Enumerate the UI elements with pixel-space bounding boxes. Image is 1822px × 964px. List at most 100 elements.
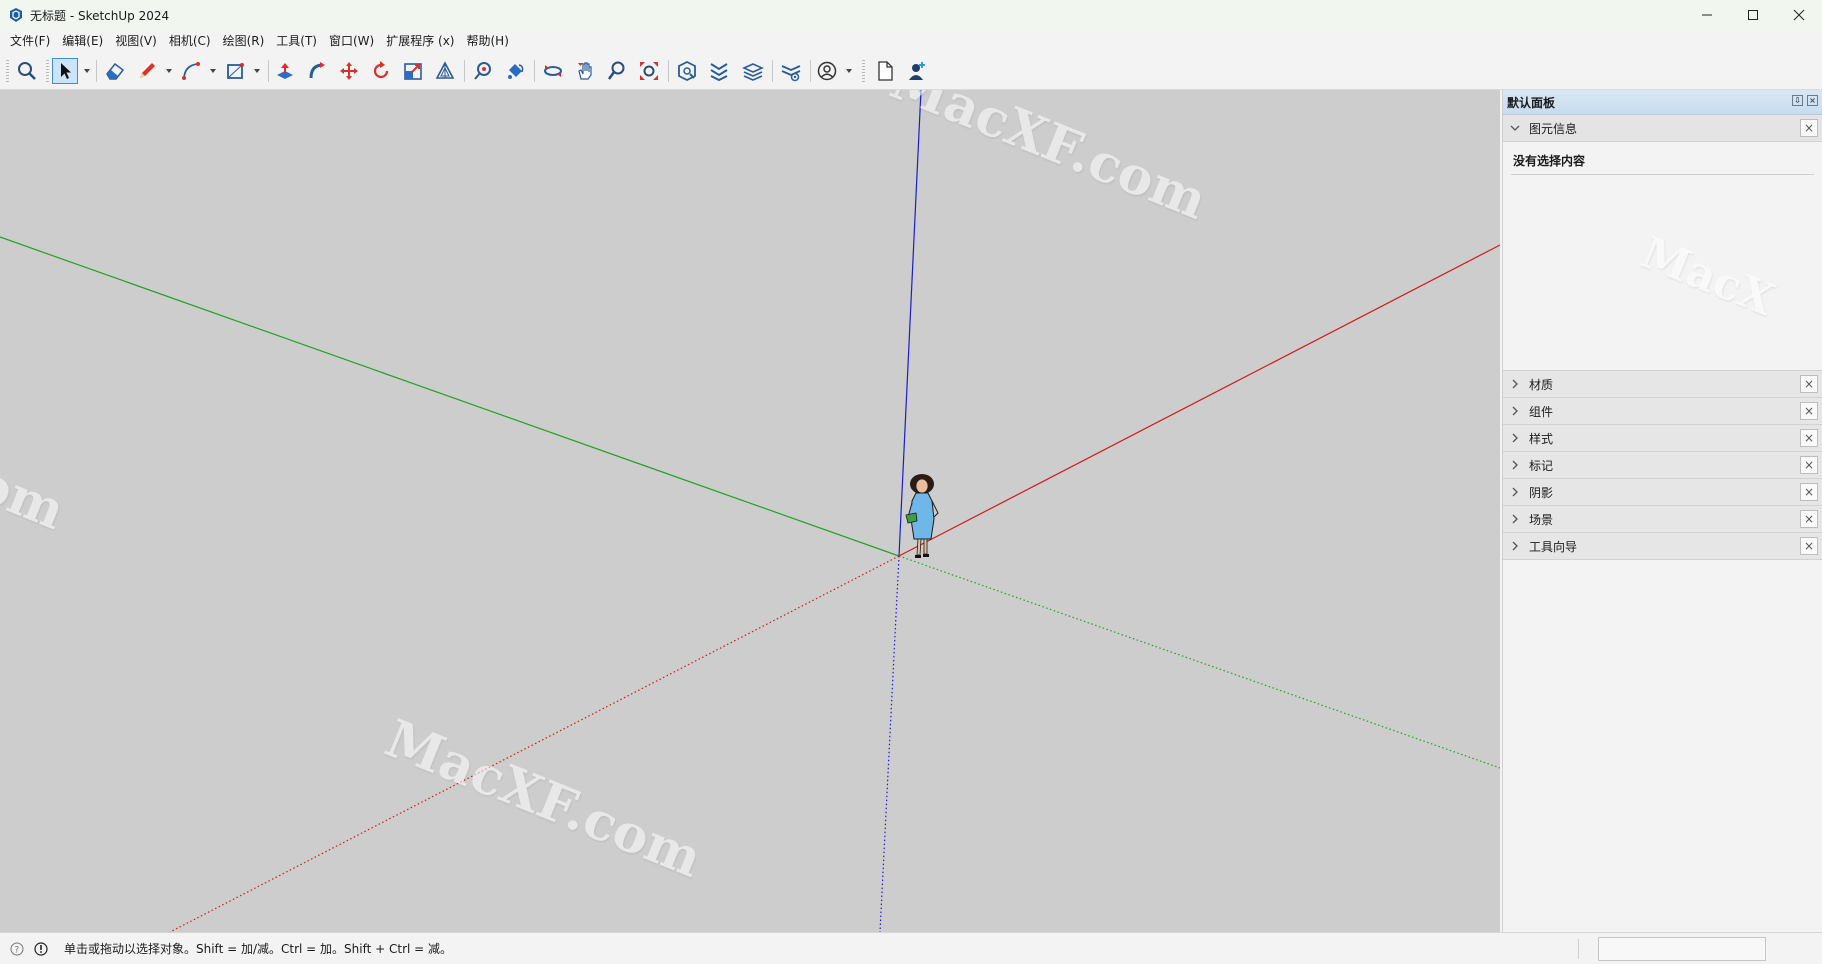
panel-scenes[interactable]: 场景 × [1503,506,1822,533]
close-panel-button[interactable]: × [1800,483,1818,501]
menu-camera[interactable]: 相机(C) [163,30,217,52]
pin-icon[interactable]: ⇩ [1792,95,1803,106]
tray-header-controls: ⇩ × [1792,95,1818,106]
pencil-icon [140,63,155,78]
chevron-down-icon[interactable] [208,66,218,76]
toolbar-separator [534,60,535,82]
menu-view[interactable]: 视图(V) [109,30,163,52]
divider [1511,174,1814,175]
eraser-tool-button[interactable] [102,58,128,84]
panel-materials[interactable]: 材质 × [1503,371,1822,398]
pencil-tool-button[interactable] [134,58,160,84]
account-button[interactable] [814,58,840,84]
3d-warehouse-button[interactable] [674,58,700,84]
minimize-button[interactable] [1684,0,1730,30]
maximize-button[interactable] [1730,0,1776,30]
panel-instructor[interactable]: 工具向导 × [1503,533,1822,560]
toolbar-grip[interactable] [862,60,865,82]
add-user-button[interactable] [904,58,930,84]
extension-icon [710,63,728,82]
rotate-tool-button[interactable] [368,58,394,84]
orbit-tool-button[interactable] [540,58,566,84]
menu-draw[interactable]: 绘图(R) [217,30,271,52]
orbit-icon [544,65,562,77]
panel-entity-info[interactable]: 图元信息 × [1503,115,1822,142]
close-panel-button[interactable]: × [1800,510,1818,528]
tray-header: 默认面板 ⇩ × [1503,90,1822,115]
scale-figure[interactable] [905,474,939,558]
search-button[interactable] [14,58,40,84]
extension-warehouse-button[interactable] [706,58,732,84]
credits-icon[interactable] [32,940,50,958]
push-pull-tool-button[interactable] [272,58,298,84]
zoom-tool-button[interactable] [604,58,630,84]
panel-components[interactable]: 组件 × [1503,398,1822,425]
close-window-button[interactable] [1776,0,1822,30]
chevron-right-icon [1509,540,1527,552]
minimize-icon [1702,14,1712,16]
close-panel-button[interactable]: × [1800,119,1818,137]
panel-styles[interactable]: 样式 × [1503,425,1822,452]
chevron-down-icon[interactable] [252,66,262,76]
menu-window[interactable]: 窗口(W) [323,30,380,52]
toolbar-separator [464,60,465,82]
toolbar-grip[interactable] [46,60,49,82]
account-icon [817,61,837,81]
arc-tool-button[interactable] [178,58,204,84]
close-icon[interactable]: × [1807,95,1818,106]
main-toolbar [0,52,1822,90]
panel-label: 标记 [1529,458,1554,473]
close-panel-button[interactable]: × [1800,375,1818,393]
zoom-extents-tool-button[interactable] [636,58,662,84]
menu-tools[interactable]: 工具(T) [270,30,323,52]
close-panel-button[interactable]: × [1800,537,1818,555]
toolbar-grip[interactable] [6,60,9,82]
chevron-down-icon[interactable] [164,66,174,76]
arc-icon [182,62,200,80]
menu-edit[interactable]: 编辑(E) [56,30,109,52]
menu-help[interactable]: 帮助(H) [460,30,514,52]
default-tray: 默认面板 ⇩ × 图元信息 × 没有选择内容 MacX 材质 × 组件 × 样式… [1502,90,1822,932]
chevron-down-icon[interactable] [82,66,92,76]
measurements-box[interactable] [1598,937,1766,961]
menu-file[interactable]: 文件(F) [4,30,56,52]
sketchup-logo-icon [10,8,22,22]
blue-axis-dotted [879,555,900,932]
chevron-down-icon[interactable] [844,66,854,76]
panel-label: 图元信息 [1529,121,1578,136]
zoom-icon [607,61,625,80]
close-panel-button[interactable]: × [1800,402,1818,420]
watermark: MacX [1633,227,1782,327]
toolbar-separator [96,60,97,82]
sandbox-icon [781,65,801,82]
maximize-icon [1748,10,1758,20]
model-viewport[interactable]: MacXF.com MacXF.com om [0,90,1500,932]
panel-shadows[interactable]: 阴影 × [1503,479,1822,506]
pan-tool-button[interactable] [572,58,598,84]
close-panel-button[interactable]: × [1800,456,1818,474]
move-icon [340,62,358,80]
offset-icon [435,61,455,79]
paint-bucket-tool-button[interactable] [502,58,528,84]
title-bar: 无标题 - SketchUp 2024 [0,0,1822,30]
tape-measure-tool-button[interactable] [470,58,496,84]
follow-me-tool-button[interactable] [304,58,330,84]
sandbox-button[interactable] [778,58,804,84]
zoom-extents-icon [640,62,658,80]
menu-bar: 文件(F) 编辑(E) 视图(V) 相机(C) 绘图(R) 工具(T) 窗口(W… [0,30,1822,52]
close-panel-button[interactable]: × [1800,429,1818,447]
new-file-button[interactable] [872,58,898,84]
entity-info-body: 没有选择内容 MacX [1503,142,1822,371]
geo-location-icon[interactable]: ? [8,940,26,958]
move-tool-button[interactable] [336,58,362,84]
red-axis-dotted [169,555,900,932]
rectangle-tool-button[interactable] [222,58,248,84]
select-tool-button[interactable] [52,58,78,84]
toolbar-separator [268,60,269,82]
layers-button[interactable] [740,58,766,84]
panel-tags[interactable]: 标记 × [1503,452,1822,479]
menu-extensions[interactable]: 扩展程序 (x) [380,30,460,52]
offset-tool-button[interactable] [432,58,458,84]
panel-label: 工具向导 [1529,539,1578,554]
scale-tool-button[interactable] [400,58,426,84]
